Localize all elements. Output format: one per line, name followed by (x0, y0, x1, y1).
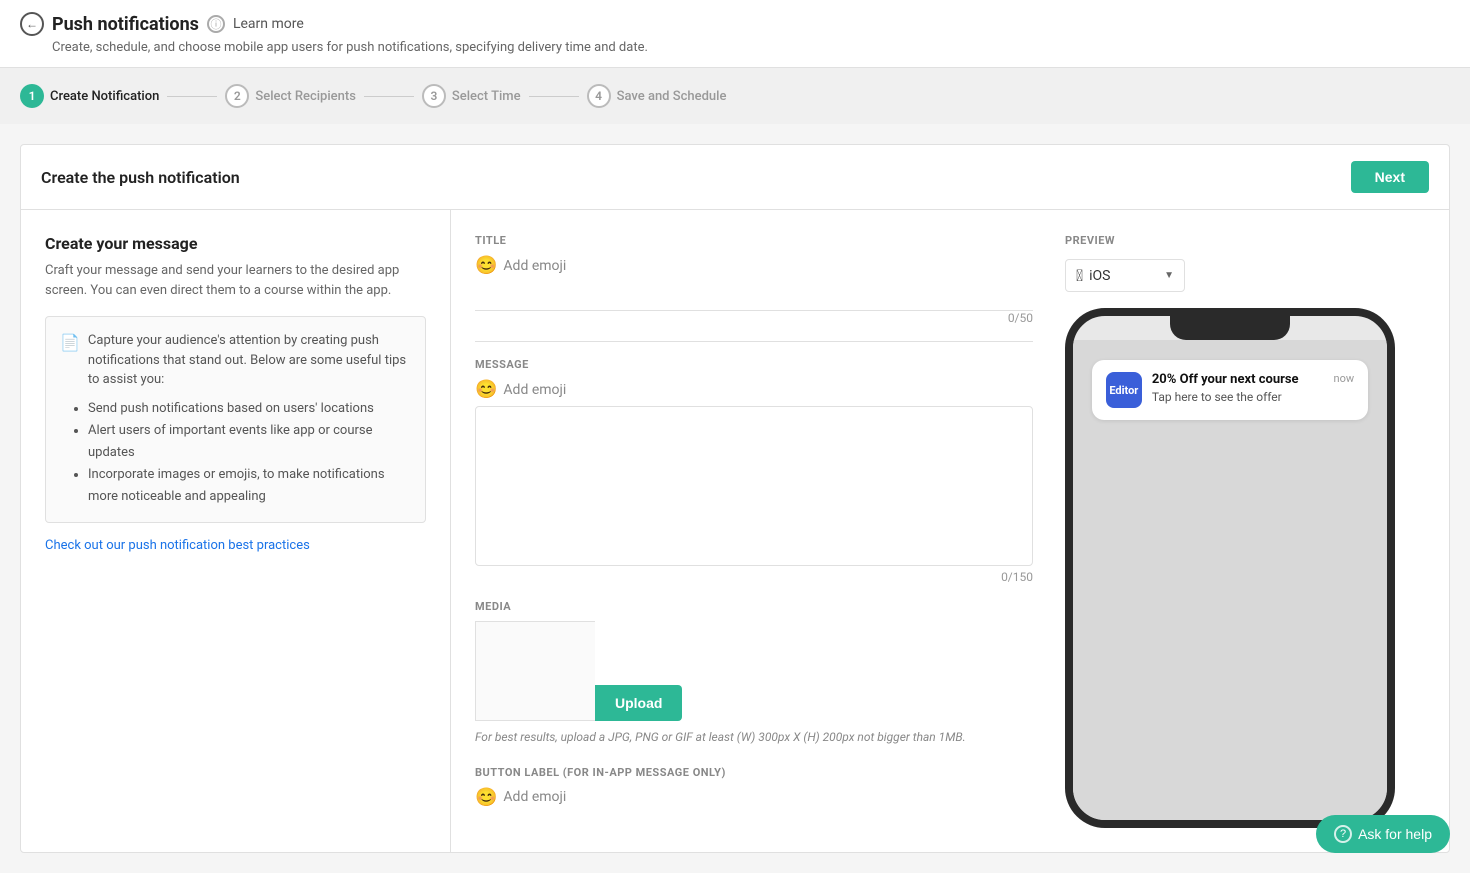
create-msg-subtitle: Craft your message and send your learner… (45, 261, 426, 300)
back-button[interactable]: ← (20, 12, 44, 36)
notif-app-icon: Editor (1106, 372, 1142, 408)
tip-3: Incorporate images or emojis, to make no… (88, 464, 411, 508)
page-title: Push notifications (52, 14, 199, 35)
best-practices-link[interactable]: Check out our push notification best pra… (45, 538, 310, 553)
step-2-circle: 2 (225, 84, 249, 108)
apple-icon:  (1076, 266, 1083, 285)
upload-button[interactable]: Upload (595, 685, 682, 721)
tip-1: Send push notifications based on users' … (88, 398, 411, 420)
form-area: TITLE 😊 Add emoji 0/50 MESSAGE 😊 (475, 234, 1033, 828)
title-emoji-row[interactable]: 😊 Add emoji (475, 255, 1033, 276)
phone-screen: Editor 20% Off your next course Tap here… (1073, 340, 1387, 820)
tips-header: 📄 Capture your audience's attention by c… (60, 331, 411, 390)
title-add-emoji[interactable]: Add emoji (503, 258, 566, 274)
message-label: MESSAGE (475, 358, 1033, 371)
page-header: ← Push notifications ⓘ Learn more Create… (0, 0, 1470, 68)
step-2[interactable]: 2 Select Recipients (225, 84, 356, 108)
button-label-emoji[interactable]: 😊 (475, 787, 497, 808)
left-panel: Create your message Craft your message a… (21, 210, 451, 852)
right-panel: TITLE 😊 Add emoji 0/50 MESSAGE 😊 (451, 210, 1449, 852)
notif-title: 20% Off your next course (1152, 372, 1324, 387)
notif-time: now (1334, 372, 1355, 385)
media-upload-area: Upload (475, 621, 1033, 721)
content-area: Create the push notification Next Create… (0, 124, 1470, 873)
platform-selector[interactable]:  iOS ▼ (1065, 259, 1185, 292)
learn-more-icon[interactable]: ⓘ (207, 15, 225, 33)
platform-text: iOS (1089, 268, 1110, 284)
section-title: Create the push notification (41, 168, 240, 187)
ask-help-label: Ask for help (1358, 826, 1432, 842)
message-emoji-row[interactable]: 😊 Add emoji (475, 379, 1033, 400)
step-4-circle: 4 (587, 84, 611, 108)
button-label-field-label: BUTTON LABEL (FOR IN-APP MESSAGE ONLY) (475, 766, 1033, 779)
title-field-section: TITLE 😊 Add emoji 0/50 (475, 234, 1033, 325)
step-1-label: Create Notification (50, 89, 159, 104)
section-card: Create the push notification Next Create… (20, 144, 1450, 853)
title-char-count: 0/50 (475, 311, 1033, 325)
field-divider-1 (475, 341, 1033, 342)
step-1-circle: 1 (20, 84, 44, 108)
tip-2: Alert users of important events like app… (88, 420, 411, 464)
step-line-3 (529, 96, 579, 97)
document-icon: 📄 (60, 333, 80, 352)
ask-help-button[interactable]: ? Ask for help (1316, 815, 1450, 853)
step-3[interactable]: 3 Select Time (422, 84, 521, 108)
preview-label: PREVIEW (1065, 234, 1425, 247)
step-2-label: Select Recipients (255, 89, 356, 104)
media-label: MEDIA (475, 600, 1033, 613)
message-field-section: MESSAGE 😊 Add emoji 0/150 (475, 358, 1033, 584)
title-label: TITLE (475, 234, 1033, 247)
phone-mockup: Editor 20% Off your next course Tap here… (1065, 308, 1395, 828)
notification-card: Editor 20% Off your next course Tap here… (1092, 360, 1368, 420)
preview-area: PREVIEW  iOS ▼ Editor 20% Off your n (1065, 234, 1425, 828)
media-placeholder (475, 621, 595, 721)
chevron-down-icon: ▼ (1164, 270, 1174, 281)
stepper: 1 Create Notification 2 Select Recipient… (0, 68, 1470, 124)
message-textarea[interactable] (475, 406, 1033, 566)
tips-box: 📄 Capture your audience's attention by c… (45, 316, 426, 523)
title-emoji-button[interactable]: 😊 (475, 255, 497, 276)
button-add-emoji[interactable]: Add emoji (503, 789, 566, 805)
media-hint: For best results, upload a JPG, PNG or G… (475, 729, 1033, 746)
next-button[interactable]: Next (1351, 161, 1429, 193)
message-emoji-button[interactable]: 😊 (475, 379, 497, 400)
step-4[interactable]: 4 Save and Schedule (587, 84, 727, 108)
main-content: Create your message Craft your message a… (21, 210, 1449, 852)
media-section: MEDIA Upload For best results, upload a … (475, 600, 1033, 746)
step-line-2 (364, 96, 414, 97)
help-icon: ? (1334, 825, 1352, 843)
step-3-label: Select Time (452, 89, 521, 104)
section-header: Create the push notification Next (21, 145, 1449, 210)
phone-notch (1170, 316, 1290, 340)
message-char-count: 0/150 (475, 570, 1033, 584)
notif-body: Tap here to see the offer (1152, 390, 1324, 404)
button-label-emoji-row[interactable]: 😊 Add emoji (475, 787, 1033, 808)
tips-list: Send push notifications based on users' … (88, 398, 411, 508)
step-4-label: Save and Schedule (617, 89, 727, 104)
create-msg-title: Create your message (45, 234, 426, 253)
step-line-1 (167, 96, 217, 97)
step-1[interactable]: 1 Create Notification (20, 84, 159, 108)
message-add-emoji[interactable]: Add emoji (503, 382, 566, 398)
tips-intro: Capture your audience's attention by cre… (88, 331, 411, 390)
step-3-circle: 3 (422, 84, 446, 108)
page-subtitle: Create, schedule, and choose mobile app … (52, 40, 1450, 55)
title-input[interactable] (475, 282, 1033, 311)
notif-content: 20% Off your next course Tap here to see… (1152, 372, 1324, 404)
learn-more-link[interactable]: Learn more (233, 16, 304, 32)
button-label-section: BUTTON LABEL (FOR IN-APP MESSAGE ONLY) 😊… (475, 766, 1033, 808)
